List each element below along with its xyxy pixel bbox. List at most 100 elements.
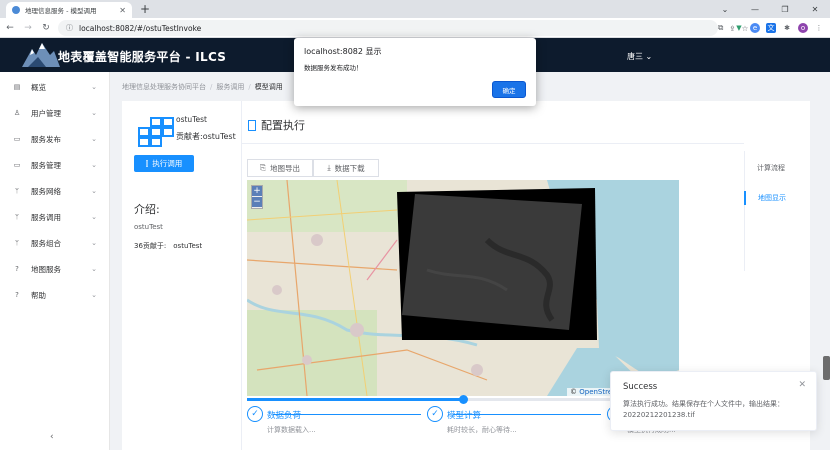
zoom-in-button[interactable]: + xyxy=(252,186,262,197)
close-icon[interactable]: ✕ xyxy=(798,380,806,390)
check-icon: ✓ xyxy=(427,406,443,422)
chevron-down-icon: ⌄ xyxy=(91,265,97,273)
config-title-text: 配置执行 xyxy=(261,119,305,132)
chevron-down-icon: ⌄ xyxy=(91,161,97,169)
export-icon: ⎘ xyxy=(260,163,266,172)
sidebar-item-label: 概览 xyxy=(31,82,46,92)
service-name: ostuTest xyxy=(176,115,207,124)
download-icon: ⤓ xyxy=(327,163,331,172)
execute-button[interactable]: ⫿ 执行调用 xyxy=(134,155,194,172)
sidebar-item-map-service[interactable]: ? 地图服务 ⌄ xyxy=(0,256,109,282)
dialog-ok-button[interactable]: 确定 xyxy=(492,81,526,98)
step-title: 模型计算 xyxy=(447,411,482,421)
minimize-button[interactable]: — xyxy=(740,0,770,18)
extensions-bar: ▼ e 文 ✱ o ⋮ xyxy=(734,20,824,36)
basemap xyxy=(247,180,679,396)
intro-text: ostuTest xyxy=(134,223,163,231)
branch-icon: ᛘ xyxy=(14,187,20,195)
close-tab-icon[interactable]: ✕ xyxy=(119,6,126,15)
address-bar: ← → ↻ ⓘ localhost:8082/#/ostuTestInvoke … xyxy=(0,18,830,38)
translate-icon[interactable]: ⧉ xyxy=(718,23,723,33)
question-icon: ? xyxy=(15,265,19,273)
service-author: 贡献者:ostuTest xyxy=(176,132,236,141)
branch-icon: ᛘ xyxy=(14,239,20,247)
success-notification: Success 算法执行成功。结果保存在个人文件中，输出结果：202202122… xyxy=(610,371,817,431)
map-export-button[interactable]: ⎘ 地图导出 xyxy=(247,159,313,177)
site-info-icon[interactable]: ⓘ xyxy=(66,23,73,33)
favicon-icon xyxy=(12,6,20,14)
sidebar: ▤ 概览 ⌄ ♙ 用户管理 ⌄ ▭ 服务发布 ⌄ ▭ 服务管理 ⌄ ᛘ 服务网络 ⌄ ᛘ 服务调用 ⌄ … xyxy=(0,72,110,450)
sidebar-item-label: 服务组合 xyxy=(31,238,61,248)
reload-icon[interactable]: ↻ xyxy=(38,23,54,33)
branch-icon: ᛘ xyxy=(14,213,20,221)
new-tab-button[interactable]: + xyxy=(140,2,150,16)
question-icon: ? xyxy=(15,291,19,299)
back-icon[interactable]: ← xyxy=(2,23,18,33)
sidebar-item-invoke[interactable]: ᛘ 服务调用 ⌄ xyxy=(0,204,109,230)
dashboard-icon: ▤ xyxy=(13,83,21,91)
more-menu-icon[interactable]: ⋮ xyxy=(814,23,824,33)
profile-avatar-icon[interactable]: o xyxy=(798,23,808,33)
step-desc: 耗时较长，耐心等待... xyxy=(447,426,517,434)
user-icon: ♙ xyxy=(13,109,21,117)
translate-extension-icon[interactable]: 文 xyxy=(766,23,776,33)
user-menu[interactable]: 唐三 ⌄ xyxy=(627,51,652,62)
anchor-compute-flow[interactable]: 计算流程 xyxy=(745,161,810,175)
chevron-down-icon[interactable]: ⌄ xyxy=(710,0,740,18)
sidebar-item-users[interactable]: ♙ 用户管理 ⌄ xyxy=(0,100,109,126)
extension-blue-icon[interactable]: e xyxy=(750,23,760,33)
tab-title: 地理信息服务 - 模型调用 xyxy=(25,7,97,15)
service-info-panel: ostuTest 贡献者:ostuTest ⫿ 执行调用 介绍: ostuTest… xyxy=(122,101,242,450)
step-desc: 计算数据载入... xyxy=(267,426,316,434)
data-download-button[interactable]: ⤓ 数据下载 xyxy=(313,159,379,177)
breadcrumb-current: 模型调用 xyxy=(254,83,283,91)
browser-tabstrip: 地理信息服务 - 模型调用 ✕ + ⌄ — ❐ ✕ xyxy=(0,0,830,18)
browser-tab[interactable]: 地理信息服务 - 模型调用 ✕ xyxy=(6,2,132,18)
sidebar-item-network[interactable]: ᛘ 服务网络 ⌄ xyxy=(0,178,109,204)
window-close-button[interactable]: ✕ xyxy=(800,0,830,18)
sidebar-item-label: 服务网络 xyxy=(31,186,61,196)
sidebar-item-manage[interactable]: ▭ 服务管理 ⌄ xyxy=(0,152,109,178)
url-text: localhost:8082/#/ostuTestInvoke xyxy=(79,23,202,33)
execute-icon: ⫿ xyxy=(145,158,149,168)
zoom-out-button[interactable]: − xyxy=(252,197,262,208)
mountain-logo-icon xyxy=(22,43,60,67)
page-scrollbar[interactable] xyxy=(823,356,830,380)
document-icon xyxy=(248,119,256,131)
sidebar-item-overview[interactable]: ▤ 概览 ⌄ xyxy=(0,74,109,100)
folder-icon: ▭ xyxy=(13,161,21,169)
anchor-map-display[interactable]: 地图显示 xyxy=(744,191,810,205)
sidebar-item-compose[interactable]: ᛘ 服务组合 ⌄ xyxy=(0,230,109,256)
chevron-left-icon[interactable]: ‹ xyxy=(50,432,54,442)
dialog-title: localhost:8082 显示 xyxy=(304,47,382,56)
forward-icon[interactable]: → xyxy=(20,23,36,33)
puzzle-icon[interactable]: ✱ xyxy=(782,23,792,33)
vue-devtools-icon[interactable]: ▼ xyxy=(734,23,744,33)
service-blocks-icon xyxy=(136,117,176,149)
sidebar-item-help[interactable]: ? 帮助 ⌄ xyxy=(0,282,109,308)
monitor-icon: ▭ xyxy=(13,135,21,143)
app-title: 地表覆盖智能服务平台 - ILCS xyxy=(58,50,227,64)
chevron-down-icon: ⌄ xyxy=(91,291,97,299)
chevron-down-icon: ⌄ xyxy=(91,83,97,91)
data-download-label: 数据下载 xyxy=(334,163,365,173)
sidebar-item-label: 帮助 xyxy=(31,290,46,300)
notification-body: 算法执行成功。结果保存在个人文件中，输出结果：20220212201238.ti… xyxy=(623,400,784,419)
breadcrumb-item[interactable]: 地理信息处理服务协同平台 xyxy=(122,83,206,91)
execute-label: 执行调用 xyxy=(152,159,183,168)
sidebar-item-label: 服务调用 xyxy=(31,212,61,222)
window-controls: ⌄ — ❐ ✕ xyxy=(710,0,830,18)
sidebar-item-publish[interactable]: ▭ 服务发布 ⌄ xyxy=(0,126,109,152)
map-view[interactable]: + − © OpenStreetMap xyxy=(247,180,679,396)
chevron-down-icon: ⌄ xyxy=(91,213,97,221)
breadcrumb: 地理信息处理服务协同平台 / 服务调用 / 模型调用 xyxy=(122,83,283,91)
breadcrumb-item[interactable]: 服务调用 xyxy=(216,83,244,91)
map-export-label: 地图导出 xyxy=(270,163,300,173)
slider-handle[interactable] xyxy=(459,395,468,404)
maximize-button[interactable]: ❐ xyxy=(770,0,800,18)
notification-title: Success xyxy=(623,382,658,392)
right-anchor-nav: 计算流程 地图显示 xyxy=(744,151,810,271)
dialog-message: 数据服务发布成功！ xyxy=(304,64,363,72)
sidebar-item-label: 用户管理 xyxy=(31,108,61,118)
url-input[interactable]: ⓘ localhost:8082/#/ostuTestInvoke ⧉ ⇪ ☆ xyxy=(58,20,748,36)
